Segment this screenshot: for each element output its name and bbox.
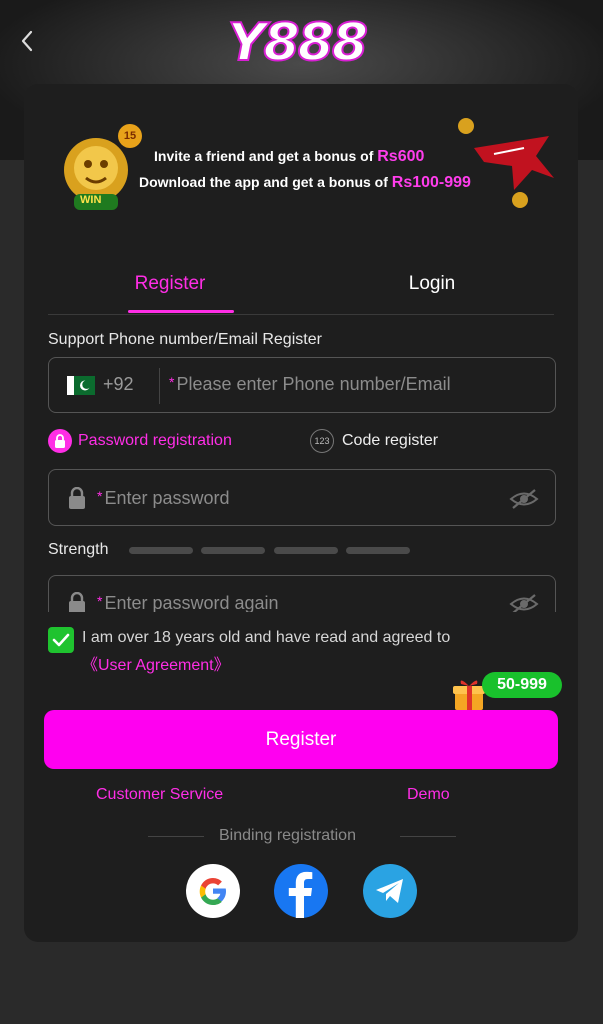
required-mark: * [97, 593, 103, 609]
telegram-icon [376, 879, 403, 903]
auth-tabs: Register Login [48, 256, 554, 315]
password-registration-option[interactable]: Password registration [48, 428, 232, 454]
google-login-button[interactable] [186, 864, 240, 918]
required-mark: * [169, 374, 175, 390]
lock-icon [48, 429, 72, 453]
active-tab-indicator [128, 310, 234, 313]
invite-text: Invite a friend and get a bonus of [154, 148, 374, 164]
facebook-login-button[interactable] [274, 864, 328, 918]
pakistan-flag-icon [67, 376, 95, 395]
gift-bonus-badge: 50-999 [482, 672, 562, 698]
promo-banner[interactable]: WIN 15 Invite a friend and get a bonus o… [24, 108, 578, 218]
strength-label: Strength [48, 541, 109, 558]
tab-login[interactable]: Login [312, 256, 552, 312]
password-registration-label: Password registration [78, 432, 232, 449]
tab-register-label: Register [134, 273, 206, 294]
checkmark-icon [52, 633, 70, 647]
confirm-password-clip: * Enter password again [48, 575, 556, 612]
bonus-badge: 15 [118, 124, 142, 148]
password-input[interactable]: * Enter password [97, 488, 230, 509]
password-field[interactable]: * Enter password [48, 469, 556, 526]
agreement-checkbox[interactable] [48, 627, 74, 653]
divider-right [400, 836, 456, 837]
padlock-icon [69, 487, 85, 509]
gift-bonus-text: 50-999 [497, 676, 547, 693]
logo-text: Y888 [227, 12, 369, 74]
download-bonus-line: Download the app and get a bonus of Rs10… [139, 174, 471, 192]
field-divider [159, 368, 160, 404]
padlock-icon [69, 592, 85, 612]
eye-off-icon[interactable] [509, 593, 539, 612]
download-text: Download the app and get a bonus of [139, 174, 388, 190]
agreement-text: I am over 18 years old and have read and… [82, 629, 451, 646]
strength-bar-1 [129, 547, 193, 554]
code-123-icon: 123 [310, 429, 334, 453]
code-register-label: Code register [342, 432, 439, 449]
confirm-password-input[interactable]: * Enter password again [97, 593, 279, 612]
telegram-login-button[interactable] [363, 864, 417, 918]
strength-bar-3 [274, 547, 338, 554]
country-code[interactable]: +92 [103, 374, 134, 395]
phone-placeholder: Please enter Phone number/Email [176, 374, 451, 394]
strength-bar-2 [201, 547, 265, 554]
register-button[interactable]: Register [44, 710, 558, 769]
chevron-left-icon [21, 30, 33, 52]
win-label: WIN [80, 194, 102, 206]
plane-icon [458, 118, 554, 208]
required-mark: * [97, 488, 103, 504]
eye-off-icon[interactable] [509, 488, 539, 510]
phone-email-field[interactable]: +92 * Please enter Phone number/Email [48, 357, 556, 413]
divider-left [148, 836, 204, 837]
tab-login-label: Login [408, 273, 456, 294]
user-agreement-link[interactable]: 《User Agreement》 [82, 651, 230, 675]
customer-service-link[interactable]: Customer Service [96, 786, 223, 804]
code-badge-text: 123 [314, 436, 330, 446]
support-label: Support Phone number/Email Register [48, 331, 322, 348]
invite-amount: Rs600 [377, 148, 425, 165]
demo-link[interactable]: Demo [407, 786, 450, 804]
bonus-badge-text: 15 [123, 130, 137, 142]
code-register-option[interactable]: 123 Code register [310, 428, 438, 454]
tab-register[interactable]: Register [50, 256, 290, 312]
phone-input[interactable]: * Please enter Phone number/Email [169, 374, 451, 395]
register-button-label: Register [265, 728, 337, 750]
confirm-placeholder: Enter password again [104, 593, 279, 612]
invite-bonus-line: Invite a friend and get a bonus of Rs600 [154, 148, 424, 166]
strength-bar-4 [346, 547, 410, 554]
password-placeholder: Enter password [104, 488, 230, 508]
facebook-icon [288, 871, 313, 918]
back-button[interactable] [14, 28, 40, 54]
binding-label: Binding registration [219, 827, 356, 844]
app-logo: Y888 [227, 12, 369, 74]
google-icon [199, 878, 226, 905]
confirm-password-field[interactable]: * Enter password again [48, 575, 556, 612]
